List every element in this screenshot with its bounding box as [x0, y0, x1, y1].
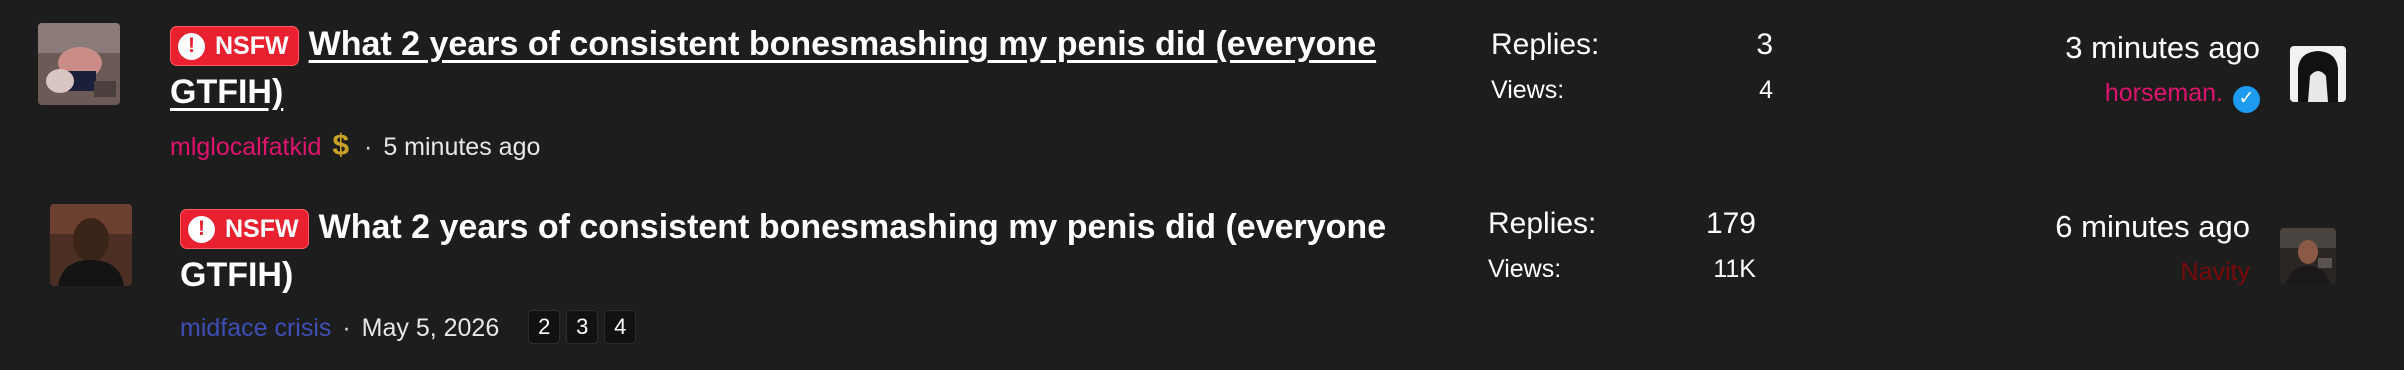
nsfw-badge-label: NSFW [225, 215, 299, 243]
views-count: 4 [1759, 76, 1773, 104]
latest-post: 3 minutes ago horseman. ✓ [1840, 28, 2260, 113]
dollar-icon: $ [332, 129, 350, 162]
author-avatar[interactable] [38, 23, 120, 105]
thread-title-block: ! NSFW What 2 years of consistent bonesm… [170, 20, 1430, 116]
thread-author-link[interactable]: mlglocalfatkid [170, 133, 321, 161]
thread-stats: Replies: 179 Views: 11K [1488, 207, 1756, 295]
latest-post-user-link[interactable]: Navity [2181, 258, 2250, 286]
latest-post-user: horseman. ✓ [1840, 76, 2260, 113]
page-link-2[interactable]: 2 [528, 310, 561, 344]
latest-post-time[interactable]: 3 minutes ago [1840, 28, 2260, 68]
replies-count: 3 [1756, 28, 1773, 61]
separator-dot: · [364, 133, 373, 161]
replies-stat: Replies: 179 [1488, 207, 1756, 251]
checkmark-badge-icon: ✓ [2233, 85, 2260, 113]
thread-row: ! NSFW What 2 years of consistent bonesm… [0, 180, 2404, 370]
latest-post-user-link[interactable]: horseman. [2105, 79, 2223, 107]
separator-dot: · [342, 314, 351, 342]
thread-start-date[interactable]: May 5, 2026 [362, 314, 500, 342]
page-link-4[interactable]: 4 [604, 310, 637, 344]
latest-user-avatar[interactable] [2290, 46, 2346, 102]
thread-title-block: ! NSFW What 2 years of consistent bonesm… [180, 203, 1440, 299]
thread-author-link[interactable]: midface crisis [180, 314, 331, 342]
replies-label: Replies: [1491, 28, 1600, 61]
page-link-3[interactable]: 3 [566, 310, 599, 344]
exclamation-circle-icon: ! [178, 32, 205, 60]
views-label: Views: [1491, 76, 1565, 104]
nsfw-badge-label: NSFW [215, 32, 289, 60]
thread-start-date[interactable]: 5 minutes ago [383, 133, 540, 161]
thread-meta: midface crisis · May 5, 2026 2 3 4 [180, 310, 637, 344]
replies-stat: Replies: 3 [1491, 28, 1773, 72]
latest-post: 6 minutes ago Navity [1830, 207, 2250, 289]
thread-meta: mlglocalfatkid $ · 5 minutes ago [170, 130, 540, 163]
latest-post-user: Navity [1830, 255, 2250, 289]
nsfw-badge[interactable]: ! NSFW [170, 26, 299, 66]
thread-title-link[interactable]: What 2 years of consistent bonesmashing … [170, 25, 1376, 111]
views-label: Views: [1488, 255, 1562, 283]
author-avatar[interactable] [50, 204, 132, 286]
thread-row: ! NSFW What 2 years of consistent bonesm… [0, 0, 2404, 180]
latest-user-avatar[interactable] [2280, 228, 2336, 284]
views-stat: Views: 11K [1488, 251, 1756, 295]
views-count: 11K [1713, 255, 1756, 283]
thread-title-link[interactable]: What 2 years of consistent bonesmashing … [180, 208, 1386, 294]
nsfw-badge[interactable]: ! NSFW [180, 209, 309, 249]
views-stat: Views: 4 [1491, 72, 1773, 116]
page-jump-links: 2 3 4 [528, 310, 637, 344]
exclamation-circle-icon: ! [188, 215, 215, 243]
replies-label: Replies: [1488, 207, 1597, 240]
replies-count: 179 [1705, 207, 1756, 240]
thread-stats: Replies: 3 Views: 4 [1491, 28, 1773, 116]
latest-post-time[interactable]: 6 minutes ago [1830, 207, 2250, 247]
